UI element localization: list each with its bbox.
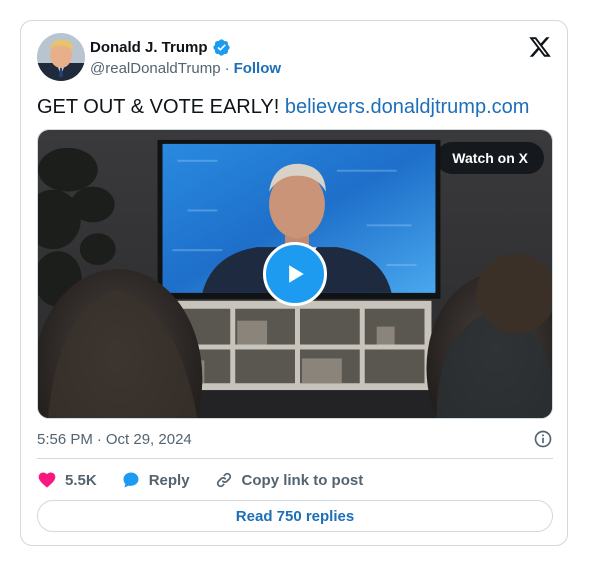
post-text: GET OUT & VOTE EARLY! believers.donaldjt… [37,94,529,120]
play-icon [289,265,304,283]
author-name-row: Donald J. Trump [90,38,231,57]
post-body: GET OUT & VOTE EARLY! [37,96,280,118]
post-timestamp[interactable]: 5:56 PM · Oct 29, 2024 [37,431,192,448]
copy-link-button[interactable]: Copy link to post [214,470,364,490]
heart-icon [38,472,56,488]
post-meta-row: 5:56 PM · Oct 29, 2024 [37,427,553,451]
follow-button[interactable]: Follow [234,60,282,77]
verified-badge-icon [212,38,231,57]
link-icon [216,472,231,488]
author-avatar[interactable] [37,33,85,81]
reply-label: Reply [148,471,190,489]
read-replies-button[interactable]: Read 750 replies [37,500,553,532]
handle-separator: · [224,60,230,77]
author-handle[interactable]: @realDonaldTrump [90,60,221,77]
divider [37,458,553,459]
like-count: 5.5K [65,471,97,489]
post-date: Oct 29, 2024 [105,430,192,448]
watch-on-x-button[interactable]: Watch on X [436,142,544,174]
author-handle-row: @realDonaldTrump · Follow [90,60,281,77]
post-link[interactable]: believers.donaldjtrump.com [285,96,530,118]
info-icon[interactable] [533,429,553,449]
meta-separator: · [96,430,102,448]
copy-link-label: Copy link to post [241,471,364,489]
play-button[interactable] [263,242,327,306]
reply-icon [123,472,139,488]
post-actions: 5.5K Reply Copy link to post [37,468,363,492]
embedded-post-card: Donald J. Trump @realDonaldTrump · Follo… [20,20,568,546]
video-player[interactable]: Watch on X [37,129,553,419]
reply-button[interactable]: Reply [121,470,190,490]
author-name[interactable]: Donald J. Trump [90,39,208,56]
x-logo-icon[interactable] [528,35,552,59]
like-button[interactable]: 5.5K [37,470,97,490]
post-time: 5:56 PM [37,430,93,448]
